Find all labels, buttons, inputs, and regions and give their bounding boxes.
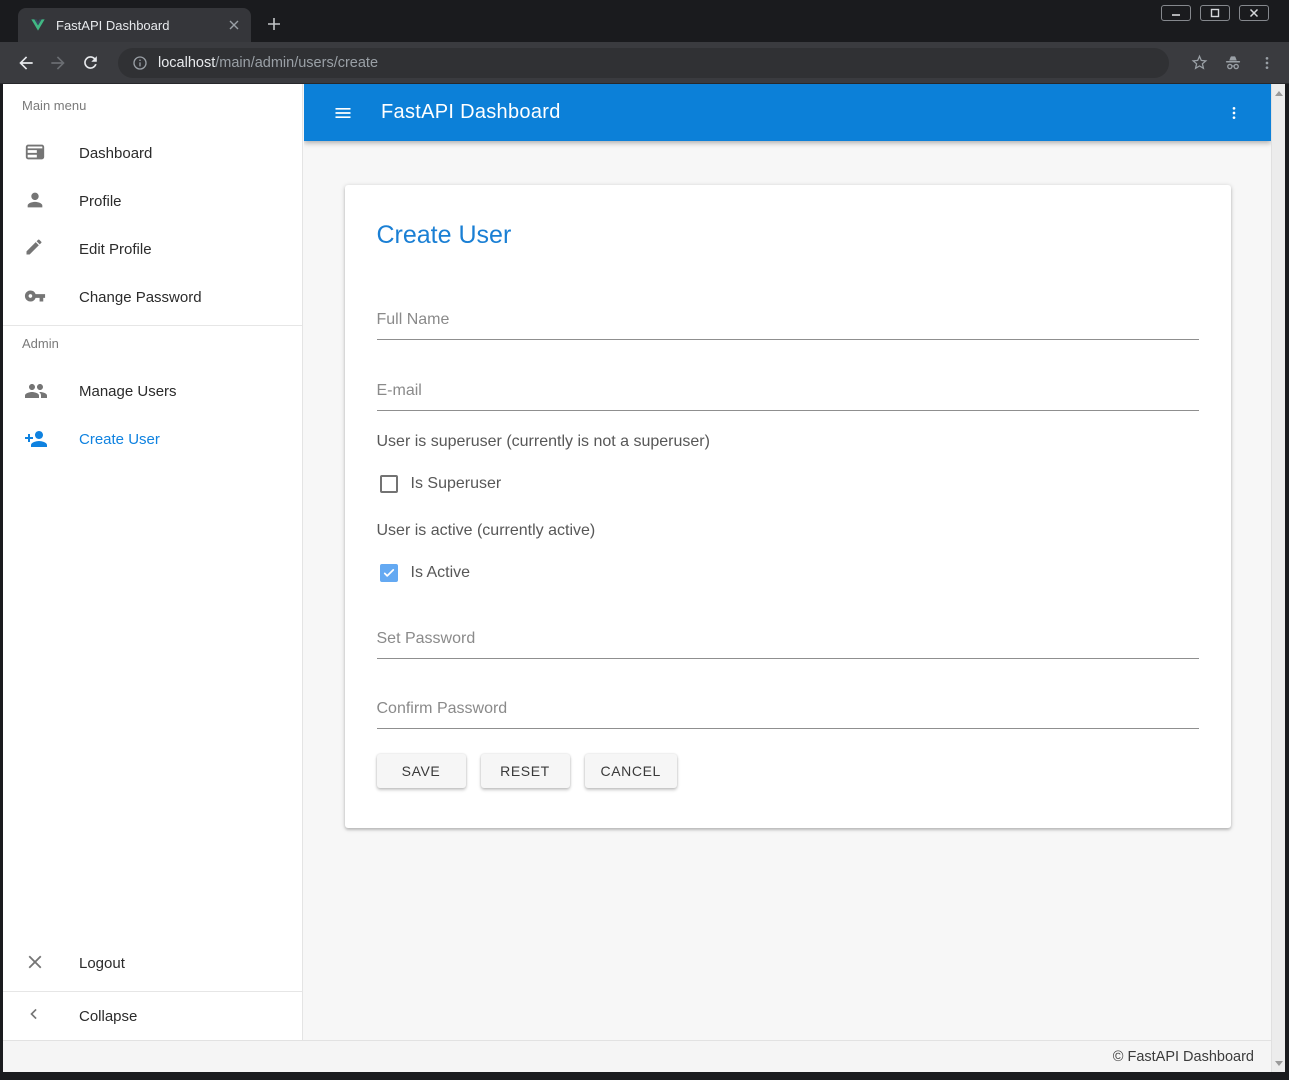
page-scrollbar[interactable] xyxy=(1271,84,1285,1072)
superuser-checkbox[interactable] xyxy=(380,475,398,493)
vue-favicon-icon xyxy=(30,17,46,33)
window-minimize-button[interactable] xyxy=(1161,5,1191,21)
appbar-title: FastAPI Dashboard xyxy=(381,101,561,124)
browser-tab[interactable]: FastAPI Dashboard xyxy=(18,8,251,42)
sidebar-section-admin: Admin xyxy=(22,336,302,351)
reload-button[interactable] xyxy=(76,49,104,77)
sidebar-item-label: Create User xyxy=(79,431,160,448)
incognito-icon xyxy=(1219,49,1247,77)
page-footer: © FastAPI Dashboard xyxy=(3,1040,1271,1072)
sidebar-item-label: Dashboard xyxy=(79,145,152,162)
confirm-password-input[interactable] xyxy=(377,700,1199,729)
url-host: localhost xyxy=(158,55,215,71)
sidebar-item-dashboard[interactable]: Dashboard xyxy=(3,129,302,177)
sidebar-item-label: Collapse xyxy=(79,1008,137,1025)
sidebar-item-label: Logout xyxy=(79,955,125,972)
tab-close-icon[interactable] xyxy=(225,16,243,34)
copyright-text: © FastAPI Dashboard xyxy=(1113,1049,1254,1065)
key-icon xyxy=(24,285,48,309)
superuser-hint: User is superuser (currently is not a su… xyxy=(377,433,1199,451)
create-user-card: Create User User is superuser (currently… xyxy=(345,185,1231,828)
page: Main menu Dashboard Profile Edit Profile xyxy=(3,84,1285,1072)
forward-button[interactable] xyxy=(44,49,72,77)
sidebar-item-collapse[interactable]: Collapse xyxy=(3,992,302,1040)
pencil-icon xyxy=(24,237,48,261)
active-checkbox-row[interactable]: Is Active xyxy=(380,564,1199,582)
full-name-input[interactable] xyxy=(377,311,1199,340)
sidebar-item-change-password[interactable]: Change Password xyxy=(3,273,302,321)
window-controls xyxy=(1161,5,1269,21)
group-icon xyxy=(24,379,48,403)
url-bar[interactable]: localhost/main/admin/users/create xyxy=(118,48,1169,78)
sidebar-item-label: Profile xyxy=(79,193,122,210)
appbar: FastAPI Dashboard xyxy=(304,84,1271,141)
window-close-button[interactable] xyxy=(1239,5,1269,21)
email-input[interactable] xyxy=(377,382,1199,411)
cancel-button[interactable]: CANCEL xyxy=(585,754,677,788)
set-password-field xyxy=(377,630,1199,659)
url-path: /main/admin/users/create xyxy=(215,55,378,71)
sidebar-item-label: Change Password xyxy=(79,289,202,306)
active-checkbox-label: Is Active xyxy=(411,564,471,582)
check-icon xyxy=(382,566,396,580)
tab-title: FastAPI Dashboard xyxy=(56,18,225,33)
form-actions: SAVE RESET CANCEL xyxy=(377,754,1199,788)
page-info-icon[interactable] xyxy=(132,55,148,71)
email-field xyxy=(377,382,1199,411)
browser-menu-kebab-icon[interactable] xyxy=(1253,49,1281,77)
active-checkbox[interactable] xyxy=(380,564,398,582)
sidebar-item-profile[interactable]: Profile xyxy=(3,177,302,225)
appbar-kebab-icon[interactable] xyxy=(1222,101,1246,125)
sidebar-divider xyxy=(3,325,302,326)
sidebar-item-manage-users[interactable]: Manage Users xyxy=(3,367,302,415)
sidebar-section-main-menu: Main menu xyxy=(22,98,302,113)
window-maximize-button[interactable] xyxy=(1200,5,1230,21)
person-add-icon xyxy=(24,427,48,451)
reset-button[interactable]: RESET xyxy=(481,754,570,788)
sidebar-item-label: Edit Profile xyxy=(79,241,152,258)
browser-toolbar: localhost/main/admin/users/create xyxy=(0,42,1289,84)
superuser-checkbox-label: Is Superuser xyxy=(411,475,502,493)
sidebar-item-edit-profile[interactable]: Edit Profile xyxy=(3,225,302,273)
back-button[interactable] xyxy=(12,49,40,77)
person-icon xyxy=(24,189,48,213)
active-hint: User is active (currently active) xyxy=(377,522,1199,540)
sidebar-spacer xyxy=(3,463,302,939)
dashboard-icon xyxy=(24,141,48,165)
new-tab-button[interactable] xyxy=(262,12,286,36)
scrollbar-up-arrow[interactable] xyxy=(1272,86,1285,100)
scrollbar-down-arrow[interactable] xyxy=(1272,1056,1285,1070)
save-button[interactable]: SAVE xyxy=(377,754,466,788)
browser-tabstrip: FastAPI Dashboard xyxy=(0,0,1289,42)
confirm-password-field xyxy=(377,700,1199,729)
main-content: FastAPI Dashboard Create User User is su… xyxy=(304,84,1271,1040)
chevron-left-icon xyxy=(24,1004,48,1028)
superuser-checkbox-row[interactable]: Is Superuser xyxy=(380,475,1199,493)
card-heading: Create User xyxy=(377,221,1199,250)
full-name-field xyxy=(377,311,1199,340)
sidebar: Main menu Dashboard Profile Edit Profile xyxy=(3,84,303,1040)
url-text: localhost/main/admin/users/create xyxy=(158,55,378,71)
sidebar-item-logout[interactable]: Logout xyxy=(3,939,302,987)
close-x-icon xyxy=(24,951,48,975)
set-password-input[interactable] xyxy=(377,630,1199,659)
bookmark-star-icon[interactable] xyxy=(1185,49,1213,77)
hamburger-menu-icon[interactable] xyxy=(331,101,355,125)
sidebar-item-label: Manage Users xyxy=(79,383,177,400)
sidebar-item-create-user[interactable]: Create User xyxy=(3,415,302,463)
